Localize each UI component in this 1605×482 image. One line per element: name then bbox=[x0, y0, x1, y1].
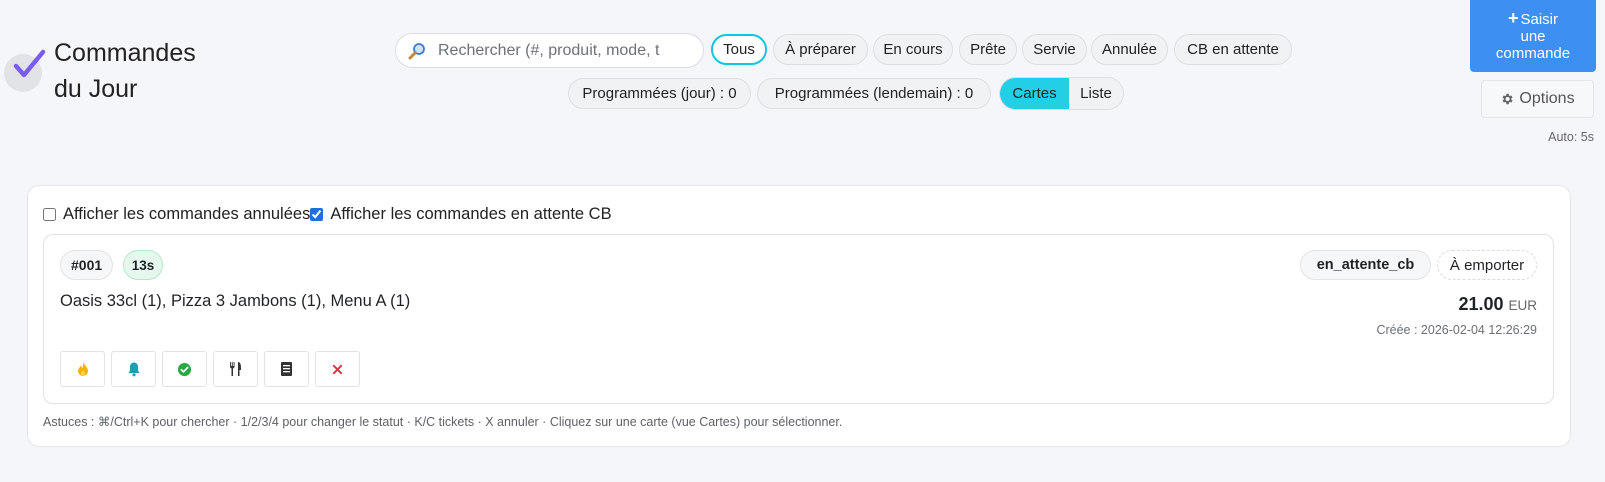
action-in-progress-button[interactable] bbox=[111, 351, 156, 387]
action-cancel-button[interactable] bbox=[315, 351, 360, 387]
view-toggle: Cartes Liste bbox=[999, 77, 1124, 110]
options-label: Options bbox=[1519, 90, 1575, 107]
show-cb-pending-checkbox[interactable] bbox=[310, 208, 324, 221]
new-order-label-2: une bbox=[1520, 28, 1546, 45]
filter-in-progress[interactable]: En cours bbox=[873, 34, 953, 65]
search-icon bbox=[408, 42, 425, 59]
close-icon bbox=[332, 364, 343, 374]
bell-icon bbox=[128, 362, 139, 377]
keyboard-tips: Astuces : ⌘/Ctrl+K pour chercher · 1/2/3… bbox=[43, 415, 843, 429]
filter-served[interactable]: Servie bbox=[1022, 34, 1087, 65]
order-total: 21.00 EUR bbox=[1458, 294, 1537, 315]
show-cb-pending-label: Afficher les commandes en attente CB bbox=[330, 205, 612, 223]
filter-checkboxes: Afficher les commandes annulées Afficher… bbox=[43, 205, 612, 224]
order-total-amount: 21.00 bbox=[1458, 294, 1504, 314]
scheduled-today-badge[interactable]: Programmées (jour) : 0 bbox=[568, 78, 751, 109]
order-items: Oasis 33cl (1), Pizza 3 Jambons (1), Men… bbox=[60, 292, 411, 310]
search-box[interactable] bbox=[395, 33, 704, 68]
action-ticket-button[interactable] bbox=[264, 351, 309, 387]
utensils-icon bbox=[230, 362, 241, 376]
order-card[interactable]: #001 13s en_attente_cb À emporter Oasis … bbox=[43, 234, 1554, 404]
auto-refresh-label: Auto: 5s bbox=[1548, 130, 1594, 144]
check-logo-icon bbox=[13, 49, 46, 78]
page-title-line2: du Jour bbox=[54, 75, 138, 103]
options-button[interactable]: Options bbox=[1481, 80, 1594, 118]
order-number-badge: #001 bbox=[60, 250, 114, 280]
new-order-label-1: Saisir bbox=[1520, 11, 1559, 28]
receipt-icon bbox=[281, 362, 292, 376]
plus-icon: + bbox=[1507, 8, 1519, 28]
show-cb-pending-option[interactable]: Afficher les commandes en attente CB bbox=[310, 205, 612, 224]
new-order-label-3: commande bbox=[1495, 45, 1571, 62]
page-title: Commandes du Jour bbox=[54, 35, 234, 107]
view-cards-button[interactable]: Cartes bbox=[1000, 78, 1069, 109]
show-cancelled-checkbox[interactable] bbox=[43, 208, 56, 221]
flame-icon bbox=[77, 362, 88, 376]
show-cancelled-option[interactable]: Afficher les commandes annulées bbox=[43, 205, 310, 224]
filter-cancelled[interactable]: Annulée bbox=[1091, 34, 1168, 65]
search-input[interactable] bbox=[438, 41, 698, 60]
filter-all[interactable]: Tous bbox=[711, 34, 767, 65]
filter-ready[interactable]: Prête bbox=[959, 34, 1017, 65]
elapsed-time-badge: 13s bbox=[123, 250, 163, 280]
orders-panel: Afficher les commandes annulées Afficher… bbox=[27, 185, 1571, 447]
view-list-button[interactable]: Liste bbox=[1069, 78, 1123, 109]
order-status-badge: en_attente_cb bbox=[1300, 250, 1431, 280]
action-to-prepare-button[interactable] bbox=[60, 351, 105, 387]
scheduled-tomorrow-badge[interactable]: Programmées (lendemain) : 0 bbox=[757, 78, 991, 109]
show-cancelled-label: Afficher les commandes annulées bbox=[63, 205, 311, 223]
filter-to-prepare[interactable]: À préparer bbox=[773, 34, 868, 65]
app-logo bbox=[4, 49, 46, 92]
action-served-button[interactable] bbox=[213, 351, 258, 387]
order-total-currency: EUR bbox=[1508, 298, 1537, 313]
filter-cb-pending[interactable]: CB en attente bbox=[1174, 34, 1292, 65]
page-title-line1: Commandes bbox=[54, 39, 196, 67]
action-ready-button[interactable] bbox=[162, 351, 207, 387]
check-circle-icon bbox=[177, 362, 192, 376]
order-actions bbox=[60, 351, 360, 387]
order-created-date: Créée : 2026-02-04 12:26:29 bbox=[1376, 323, 1537, 337]
gear-icon bbox=[1502, 93, 1514, 105]
order-mode-badge: À emporter bbox=[1437, 250, 1537, 280]
new-order-button[interactable]: + Saisir une commande bbox=[1470, 0, 1596, 72]
